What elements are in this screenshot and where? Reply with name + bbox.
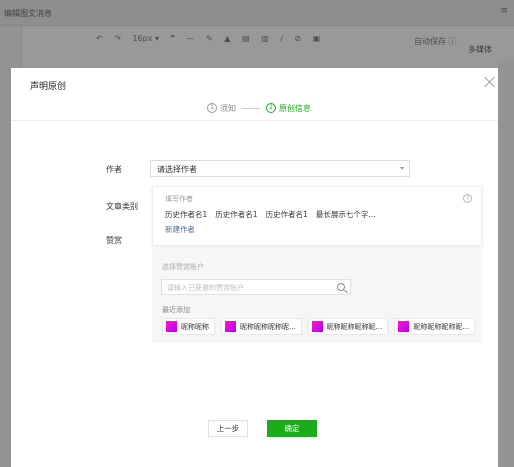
step-notice: 1 须知 <box>207 103 236 114</box>
history-author[interactable]: 历史作者名1 <box>165 209 207 220</box>
step-label: 须知 <box>220 103 236 113</box>
reward-panel-title: 选择赞赏账户 <box>162 263 204 271</box>
author-panel-title: 填写作者 <box>165 195 193 203</box>
account-chip[interactable]: 昵称昵称昵称昵... <box>307 318 389 335</box>
step-number: 2 <box>266 103 276 113</box>
step-label: 原创信息 <box>279 103 311 113</box>
header-divider <box>11 120 498 121</box>
recent-accounts: 昵称昵称 昵称昵称昵称昵... 昵称昵称昵称昵... 昵称昵称昵称昵... <box>162 318 481 335</box>
step-connector <box>242 107 260 109</box>
avatar <box>311 321 323 332</box>
confirm-button[interactable]: 确定 <box>267 420 317 437</box>
account-chip[interactable]: 昵称昵称昵称昵... <box>221 318 302 335</box>
step-number: 1 <box>207 103 217 113</box>
close-icon[interactable] <box>484 76 496 88</box>
chevron-down-icon <box>400 167 404 170</box>
reward-label: 赞赏 <box>106 236 122 245</box>
avatar <box>398 321 410 332</box>
step-original-info: 2 原创信息 <box>266 103 311 114</box>
step-indicator: 1 须知 2 原创信息 <box>207 102 311 114</box>
reward-account-panel: 选择赞赏账户 最近添加 昵称昵称 昵称昵称昵称昵... 昵称昵称昵称昵... 昵… <box>152 248 482 343</box>
category-label: 文章类别 <box>106 202 138 211</box>
avatar <box>225 321 236 332</box>
account-chip[interactable]: 昵称昵称昵称昵... <box>394 318 476 335</box>
author-select-value: 请选择作者 <box>157 165 197 174</box>
dialog-title: 声明原创 <box>30 82 67 92</box>
history-author[interactable]: 历史作者名1 <box>215 209 257 220</box>
prev-button[interactable]: 上一步 <box>208 420 248 437</box>
author-history: 历史作者名1 历史作者名1 历史作者名1 最长展示七个字... <box>165 209 384 220</box>
new-author-link[interactable]: 新建作者 <box>165 224 195 235</box>
author-label: 作者 <box>106 165 122 174</box>
dialog-header: 声明原创 <box>11 68 498 98</box>
reward-search-box <box>161 279 351 295</box>
search-icon[interactable] <box>337 283 345 291</box>
author-select[interactable]: 请选择作者 <box>150 160 410 177</box>
history-author[interactable]: 最长展示七个字... <box>316 209 376 220</box>
author-dropdown-panel: 填写作者 ? 历史作者名1 历史作者名1 历史作者名1 最长展示七个字... 新… <box>152 186 482 246</box>
account-name: 昵称昵称 <box>181 322 209 331</box>
help-icon[interactable]: ? <box>463 194 472 203</box>
avatar <box>166 321 177 332</box>
account-chip[interactable]: 昵称昵称 <box>162 318 215 335</box>
account-name: 昵称昵称昵称昵... <box>326 322 383 331</box>
reward-search-input[interactable] <box>167 282 327 293</box>
account-name: 昵称昵称昵称昵... <box>413 322 470 331</box>
history-author[interactable]: 历史作者名1 <box>266 209 308 220</box>
account-name: 昵称昵称昵称昵... <box>240 322 296 331</box>
original-declaration-dialog: 声明原创 1 须知 2 原创信息 作者 请选择作者 文章类别 赞赏 填写作者 ?… <box>11 68 498 467</box>
recent-title: 最近添加 <box>162 306 190 314</box>
